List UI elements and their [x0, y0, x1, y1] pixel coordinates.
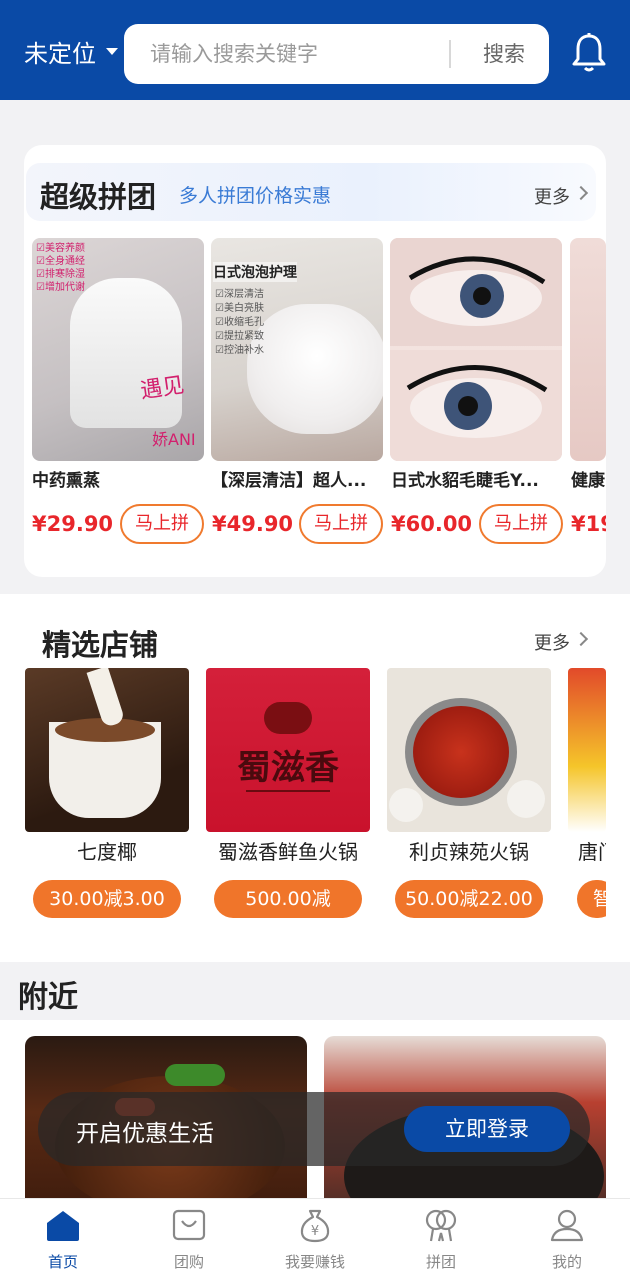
tab-home[interactable]: 首页: [0, 1199, 126, 1280]
tab-mine[interactable]: 我的: [504, 1199, 630, 1280]
shop-name-3: 利贞辣苑火锅: [409, 840, 529, 864]
svg-text:¥: ¥: [311, 1224, 319, 1239]
tab-mine-label: 我的: [551, 1253, 582, 1271]
tab-home-label: 首页: [47, 1253, 78, 1271]
nearby-title: 附近: [18, 980, 78, 1015]
search-bar: 搜索: [124, 24, 549, 84]
tab-group-buy[interactable]: 团购: [126, 1199, 252, 1280]
product-price-1: ¥29.90: [32, 512, 114, 536]
tab-group-buy-label: 团购: [173, 1253, 204, 1271]
product-price-3: ¥60.00: [391, 512, 473, 536]
bell-icon[interactable]: [570, 32, 608, 74]
caret-down-icon[interactable]: [106, 48, 118, 55]
tab-earn-money-label: 我要赚钱: [284, 1253, 345, 1271]
product-2-image-text: ☑深层清洁 ☑美白亮肤 ☑收缩毛孔 ☑提拉紧致 ☑控油补水: [215, 289, 264, 356]
shop-image-2: 蜀滋香: [206, 668, 370, 832]
top-header: 未定位 搜索: [0, 0, 630, 100]
product-name-1[interactable]: 中药熏蒸: [32, 466, 204, 491]
join-group-button-2[interactable]: 马上拼: [299, 504, 383, 544]
login-prompt-text: 开启优惠生活: [76, 1121, 214, 1147]
tab-pintuan[interactable]: 拼团: [378, 1199, 504, 1280]
product-name-3[interactable]: 日式水貂毛睫毛Y...: [391, 466, 563, 491]
group-icon: [425, 1209, 457, 1242]
tab-earn-money[interactable]: ¥ 我要赚钱: [252, 1199, 378, 1280]
super-group-subtitle: 多人拼团价格实惠: [179, 185, 332, 207]
product-image-3[interactable]: [390, 238, 562, 461]
product-image-2[interactable]: 日式泡泡护理 ☑深层清洁 ☑美白亮肤 ☑收缩毛孔 ☑提拉紧致 ☑控油补水: [211, 238, 383, 461]
steam-machine-shape: [70, 278, 182, 428]
join-group-button-3[interactable]: 马上拼: [479, 504, 563, 544]
tab-pintuan-label: 拼团: [425, 1253, 456, 1271]
join-group-button-1[interactable]: 马上拼: [120, 504, 204, 544]
shop-card-2[interactable]: 蜀滋香 蜀滋香鲜鱼火锅 500.00减: [206, 660, 382, 932]
shop-discount-tag-2: 500.00减: [214, 880, 362, 918]
money-bag-icon: ¥: [300, 1209, 330, 1243]
product-price-4: ¥19: [571, 512, 606, 536]
hotpot-shape: [413, 706, 509, 798]
search-button[interactable]: 搜索: [464, 24, 544, 84]
product-name-2[interactable]: 【深层清洁】超人...: [211, 466, 383, 491]
super-group-more-link[interactable]: 更多: [534, 183, 570, 209]
shop-card-4[interactable]: 唐门 智: [568, 660, 606, 932]
shop-name-1: 七度椰: [77, 840, 137, 864]
shops-more-link[interactable]: 更多: [534, 629, 570, 655]
search-divider: [449, 40, 451, 68]
bag-icon: [172, 1209, 206, 1241]
product-price-2: ¥49.90: [212, 512, 294, 536]
shop-card-3[interactable]: 利贞辣苑火锅 50.00减22.00: [387, 660, 563, 932]
shop-discount-tag-4: 智: [577, 880, 606, 918]
shop-discount-tag-1: 30.00减3.00: [33, 880, 181, 918]
foam-shape: [247, 304, 383, 434]
product-name-4[interactable]: 健康: [571, 466, 606, 491]
app-root: 未定位 搜索 超级拼团 多人拼团价格实惠 更多 ☑美容养颜 ☑全身通经 ☑排寒除…: [0, 0, 630, 1280]
shop-name-2: 蜀滋香鲜鱼火锅: [218, 840, 358, 864]
product-image-4[interactable]: [570, 238, 606, 461]
login-prompt-bar: 开启优惠生活 立即登录: [38, 1092, 590, 1166]
shops-title: 精选店铺: [42, 628, 159, 662]
shop-discount-tag-3: 50.00减22.00: [395, 880, 543, 918]
shop-image-3: [387, 668, 551, 832]
shop-name-4: 唐门: [578, 840, 606, 864]
product-image-1[interactable]: ☑美容养颜 ☑全身通经 ☑排寒除湿 ☑增加代谢 遇见 娇ANI: [32, 238, 204, 461]
sign-logo-shape: [264, 702, 312, 734]
bottom-tab-bar: 首页 团购 ¥ 我要赚钱 拼团 我的: [0, 1198, 630, 1280]
shop-image-4: [568, 668, 606, 832]
home-icon: [47, 1211, 79, 1241]
super-group-title: 超级拼团: [40, 180, 157, 214]
shop-sign-text: 蜀滋香: [237, 748, 339, 788]
product-1-image-text: ☑美容养颜 ☑全身通经 ☑排寒除湿 ☑增加代谢: [36, 243, 85, 293]
eyelash-photo: [390, 238, 562, 461]
login-button[interactable]: 立即登录: [404, 1106, 570, 1152]
user-icon: [550, 1209, 584, 1242]
location-selector[interactable]: 未定位: [24, 38, 96, 70]
search-input[interactable]: [150, 24, 440, 84]
shop-card-1[interactable]: 七度椰 30.00减3.00: [25, 660, 201, 932]
shop-image-1: [25, 668, 189, 832]
